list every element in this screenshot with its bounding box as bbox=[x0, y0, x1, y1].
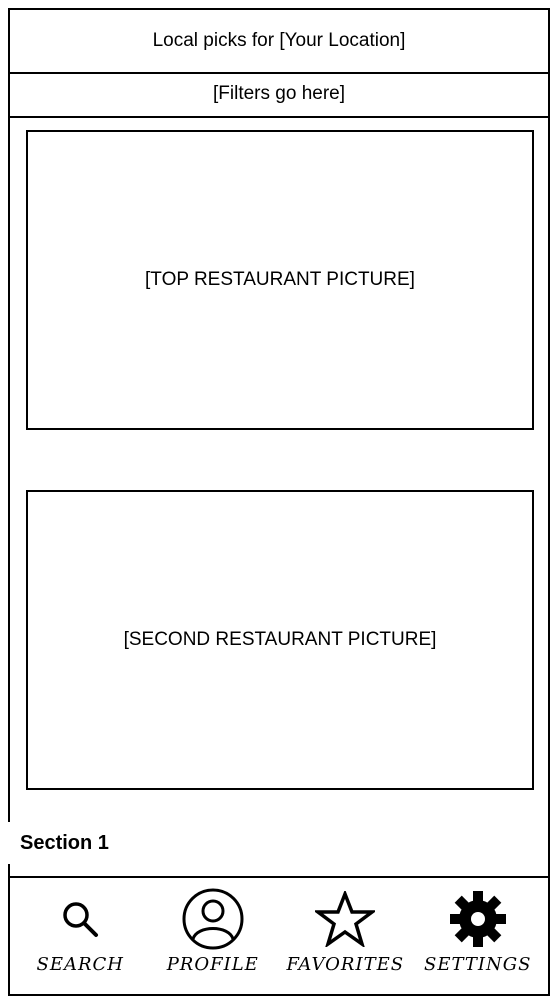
section-label: Section 1 bbox=[8, 822, 148, 864]
top-restaurant-picture-label: [TOP RESTAURANT PICTURE] bbox=[145, 269, 415, 290]
gear-icon bbox=[448, 884, 508, 954]
nav-settings-label: SETTINGS bbox=[424, 954, 532, 975]
second-restaurant-picture-label: [SECOND RESTAURANT PICTURE] bbox=[123, 629, 437, 650]
search-icon bbox=[58, 884, 102, 954]
star-icon bbox=[315, 884, 376, 954]
filters-bar[interactable]: [Filters go here] bbox=[10, 72, 548, 118]
top-restaurant-card[interactable]: [TOP RESTAURANT PICTURE] bbox=[26, 130, 534, 430]
nav-favorites-label: FAVORITES bbox=[286, 954, 405, 975]
profile-icon bbox=[181, 884, 245, 954]
nav-profile[interactable]: PROFILE bbox=[148, 878, 278, 975]
page-title: Local picks for [Your Location] bbox=[10, 10, 548, 74]
bottom-nav: SEARCH PROFILE FAVORITES SETTINGS bbox=[10, 876, 548, 994]
nav-search-label: SEARCH bbox=[36, 954, 124, 975]
nav-favorites[interactable]: FAVORITES bbox=[280, 878, 410, 975]
nav-profile-label: PROFILE bbox=[166, 954, 259, 975]
nav-settings[interactable]: SETTINGS bbox=[413, 878, 543, 975]
second-restaurant-card[interactable]: [SECOND RESTAURANT PICTURE] bbox=[26, 490, 534, 790]
nav-search[interactable]: SEARCH bbox=[15, 878, 145, 975]
app-frame: Local picks for [Your Location] [Filters… bbox=[8, 8, 550, 996]
